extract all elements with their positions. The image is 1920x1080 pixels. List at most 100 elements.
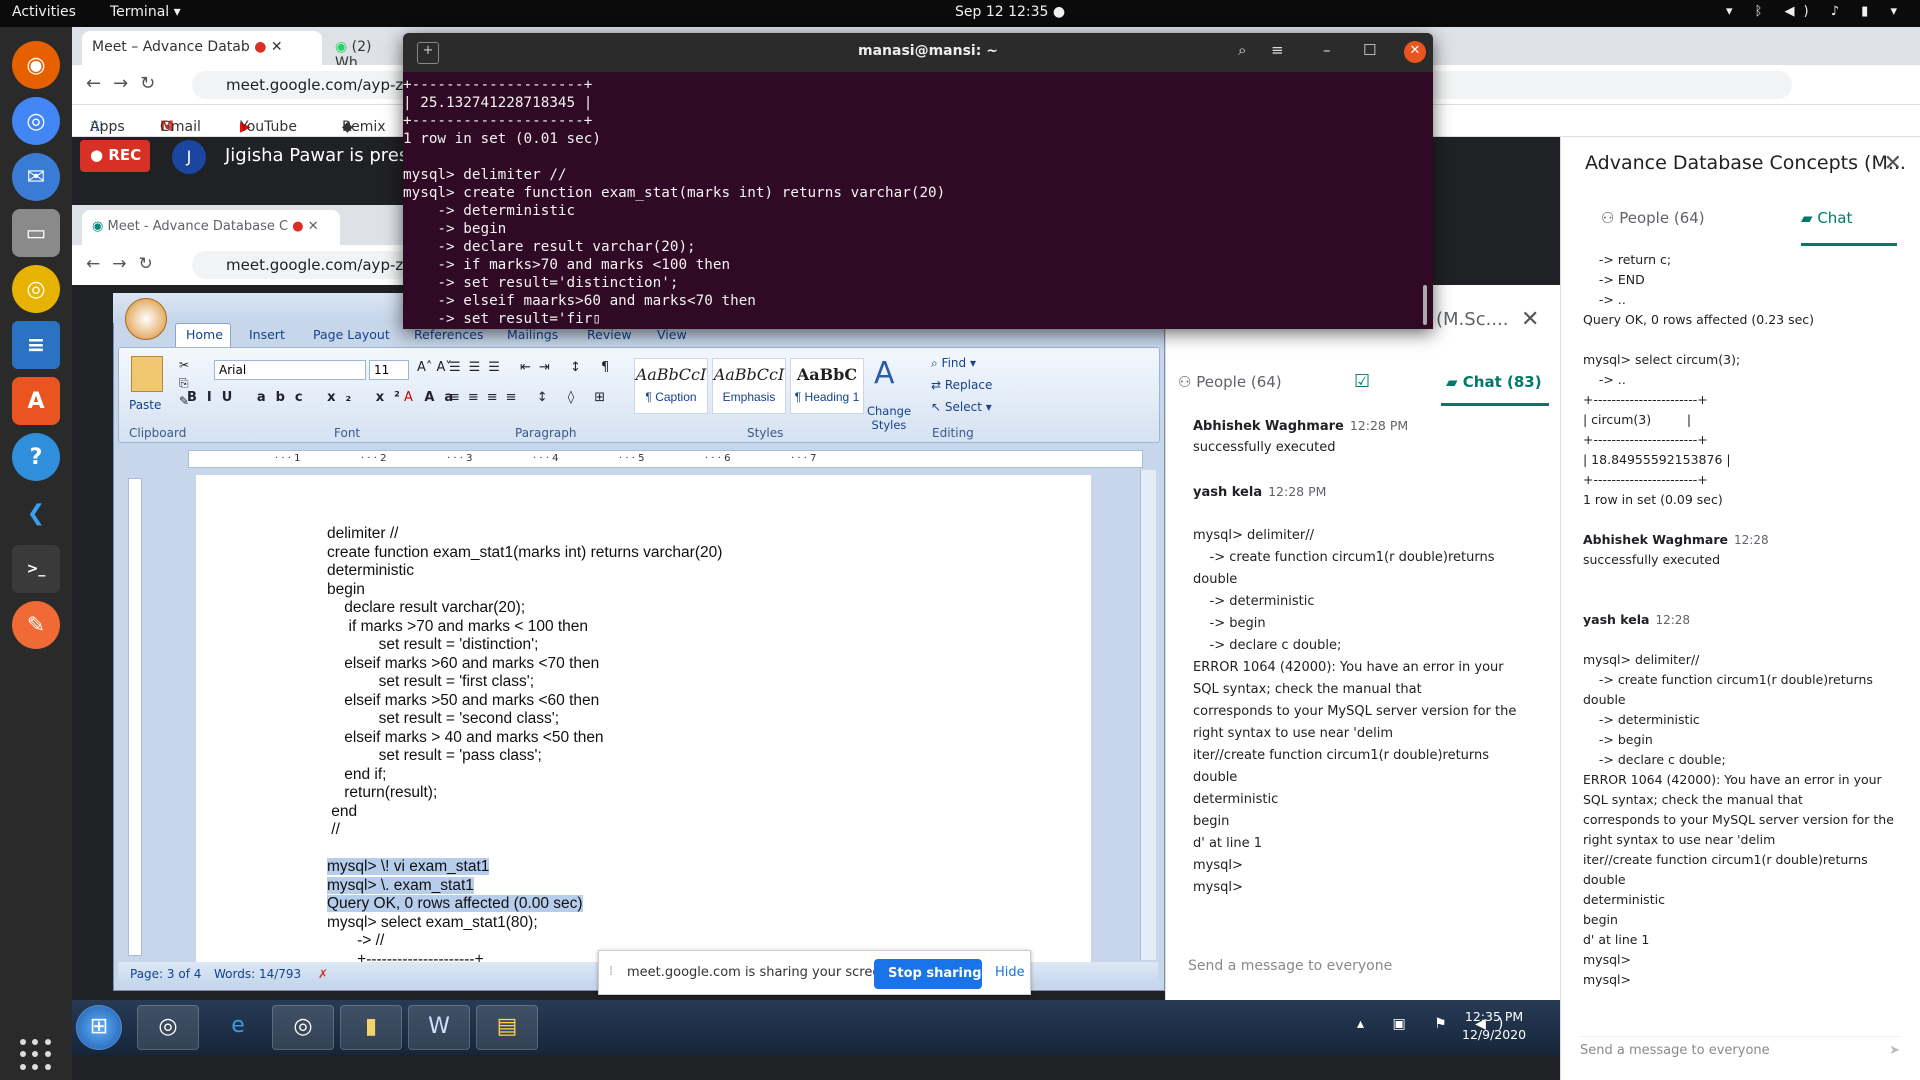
thunderbird-icon[interactable]: ✉ [12,153,60,201]
doc-line[interactable] [327,840,722,859]
replace-button[interactable]: ⇄ Replace [931,378,992,392]
terminal-output[interactable]: +--------------------+ | 25.1327412287183… [403,72,1433,329]
paste-button[interactable]: Paste [129,398,161,412]
maximize-icon[interactable]: ☐ [1363,41,1376,59]
search-icon[interactable]: ⌕ [1238,41,1246,59]
doc-line[interactable]: Query OK, 0 rows affected (0.00 sec) [327,895,722,914]
checklist-icon[interactable]: ☑ [1354,371,1370,392]
tab-chat[interactable]: ▰ Chat (83) [1446,373,1542,391]
tab-mailings[interactable]: Mailings [507,327,558,342]
terminal-scrollbar[interactable] [1423,285,1427,325]
doc-line[interactable]: mysql> \. exam_stat1 [327,876,722,896]
status-page[interactable]: Page: 3 of 4 [130,967,201,981]
activities-button[interactable]: Activities [12,4,76,20]
taskbar-chrome2-icon[interactable]: ◎ [272,1005,334,1050]
postman-icon[interactable]: ✎ [12,601,60,649]
rhythmbox-icon[interactable]: ◎ [12,265,60,313]
tab-home[interactable]: Home [186,327,223,342]
proofing-icon[interactable]: ✗ [318,967,328,981]
style-heading1[interactable]: AaBbC ¶ Heading 1 [790,358,864,414]
chrome-tab-whatsapp[interactable]: ◉ (2) Wh [325,31,405,71]
doc-line[interactable]: mysql> select exam_stat1(80); [327,914,722,933]
tab-chat[interactable]: ▰ Chat [1801,209,1852,227]
doc-line[interactable]: elseif marks >60 and marks <70 then [327,655,722,674]
software-icon[interactable]: A [12,377,60,425]
taskbar-ie-icon[interactable]: e [207,1005,269,1050]
format-buttons[interactable]: BIU abc x₂ x² Aa [187,390,463,405]
doc-line[interactable]: return(result); [327,784,722,803]
tab-view[interactable]: View [657,327,687,342]
inner-tab-meet[interactable]: ◉ Meet - Advance Database C ● ✕ [82,210,340,245]
doc-line[interactable]: set result = 'distinction'; [327,636,722,655]
firefox-icon[interactable]: ◉ [12,41,60,89]
help-icon[interactable]: ? [12,433,60,481]
font-name-select[interactable]: Arial [214,360,366,380]
status-words[interactable]: Words: 14/793 [214,967,301,981]
show-apps-icon[interactable] [20,1039,52,1071]
drag-handle-icon[interactable]: ⁞ [609,964,613,979]
paste-icon[interactable] [131,356,163,392]
close-icon[interactable]: ✕ [308,219,319,234]
windows-start-icon[interactable]: ⊞ [76,1005,122,1050]
style-emphasis[interactable]: AaBbCcI Emphasis [712,358,786,414]
doc-line[interactable]: delimiter // [327,525,722,544]
list-buttons[interactable]: ☰☰☰ ⇤⇥ ↕ ¶ [449,360,617,375]
stop-sharing-button[interactable]: Stop sharing [874,959,982,989]
tab-review[interactable]: Review [587,327,632,342]
close-icon[interactable]: ✕ [1884,151,1902,176]
font-color-icon[interactable]: A [404,390,413,405]
doc-line[interactable]: set result = 'pass class'; [327,747,722,766]
vscode-icon[interactable]: ❮ [12,489,60,537]
doc-line[interactable]: set result = 'second class'; [327,710,722,729]
select-button[interactable]: ↖ Select ▾ [931,400,992,414]
doc-line[interactable]: begin [327,581,722,600]
chrome-icon[interactable]: ◎ [12,97,60,145]
close-icon[interactable]: ✕ [1404,41,1426,63]
horizontal-ruler[interactable]: · · · 1 · · · 2 · · · 3 · · · 4 · · · 5 · · ·… [188,450,1143,468]
nav-buttons[interactable]: ←→↻ [86,73,167,94]
change-styles-button[interactable]: Change Styles [859,404,919,432]
vertical-scrollbar[interactable] [1140,470,1156,960]
close-icon[interactable]: ✕ [271,39,283,55]
tab-people[interactable]: ⚇ People (64) [1601,209,1705,227]
close-icon[interactable]: ✕ [1521,307,1539,332]
app-menu[interactable]: Terminal ▾ [110,4,181,20]
grow-shrink-font-icon[interactable]: A˄ A˅ [417,360,452,375]
find-button[interactable]: ⌕ Find ▾ [931,356,976,371]
tab-insert[interactable]: Insert [249,327,285,342]
align-buttons[interactable]: ≡≡≡≡ ↕ ◊ ⊞ [449,390,613,405]
doc-line[interactable]: // [327,821,722,840]
taskbar-folder-icon[interactable]: ▮ [340,1005,402,1050]
taskbar-word-icon[interactable]: W [408,1005,470,1050]
tab-people[interactable]: ⚇ People (64) [1178,373,1282,391]
doc-line[interactable]: declare result varchar(20); [327,599,722,618]
terminal-icon[interactable]: >_ [12,545,60,593]
doc-line[interactable]: set result = 'first class'; [327,673,722,692]
windows-clock[interactable]: 12:35 PM 12/9/2020 [1462,1008,1526,1044]
doc-line[interactable]: mysql> \! vi exam_stat1 [327,858,722,877]
tab-references[interactable]: References [414,327,483,342]
chrome-tab-meet[interactable]: Meet – Advance Datab ● ✕ [82,31,322,65]
menu-icon[interactable]: ≡ [1271,41,1284,59]
new-tab-icon[interactable]: + [417,42,439,64]
nav-buttons[interactable]: ←→↻ [86,254,165,274]
minimize-icon[interactable]: – [1323,41,1331,59]
send-icon[interactable]: ➤ [1889,1043,1900,1058]
change-styles-icon[interactable]: A [874,356,895,391]
doc-line[interactable]: deterministic [327,562,722,581]
chat-input[interactable]: Send a message to everyone ➤ [1580,1036,1900,1058]
writer-icon[interactable]: ≡ [12,321,60,369]
font-size-select[interactable]: 11 [369,360,409,380]
doc-line[interactable]: if marks >70 and marks < 100 then [327,618,722,637]
taskbar-chrome-icon[interactable]: ◎ [137,1005,199,1050]
inner-chat-input[interactable]: Send a message to everyone [1188,958,1392,974]
hide-button[interactable]: Hide [995,965,1025,980]
clock[interactable]: Sep 12 12:35 ● [955,4,1065,20]
system-tray[interactable]: ▾ ᛒ ◀) ♪ ▮ ▾ [1726,4,1906,19]
doc-line[interactable]: end [327,803,722,822]
style-caption[interactable]: AaBbCcI ¶ Caption [634,358,708,414]
doc-line[interactable]: -> // [327,932,722,951]
taskbar-notepad-icon[interactable]: ▤ [476,1005,538,1050]
files-icon[interactable]: ▭ [12,209,60,257]
doc-line[interactable]: create function exam_stat1(marks int) re… [327,544,722,563]
